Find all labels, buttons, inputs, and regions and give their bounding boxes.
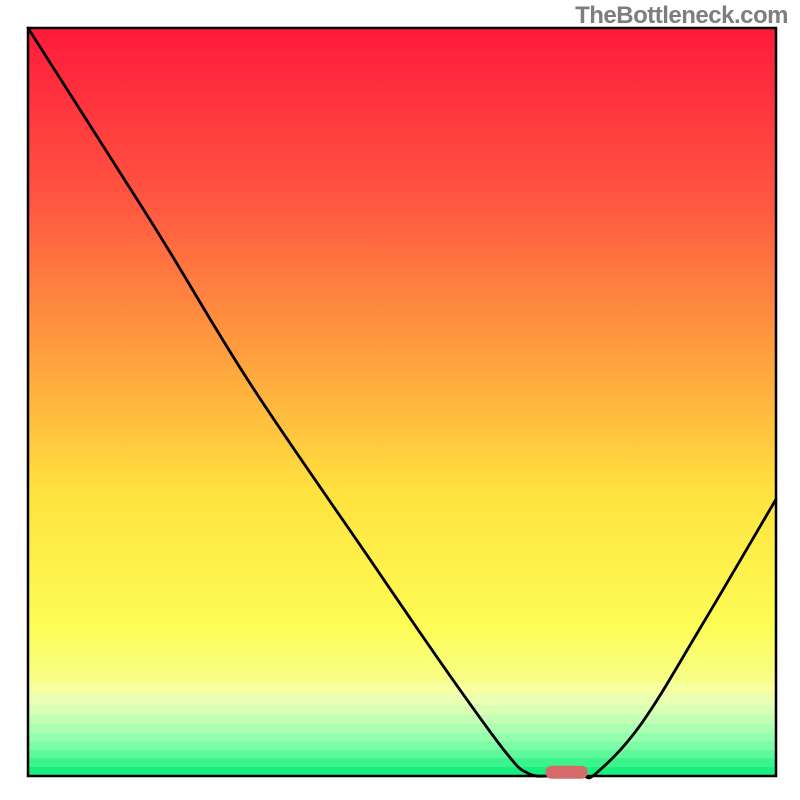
bottleneck-chart bbox=[0, 0, 800, 800]
watermark-label: TheBottleneck.com bbox=[575, 2, 788, 30]
optimal-marker bbox=[546, 766, 588, 779]
chart-gradient-background bbox=[28, 28, 776, 776]
chart-bottom-bands bbox=[28, 683, 776, 777]
